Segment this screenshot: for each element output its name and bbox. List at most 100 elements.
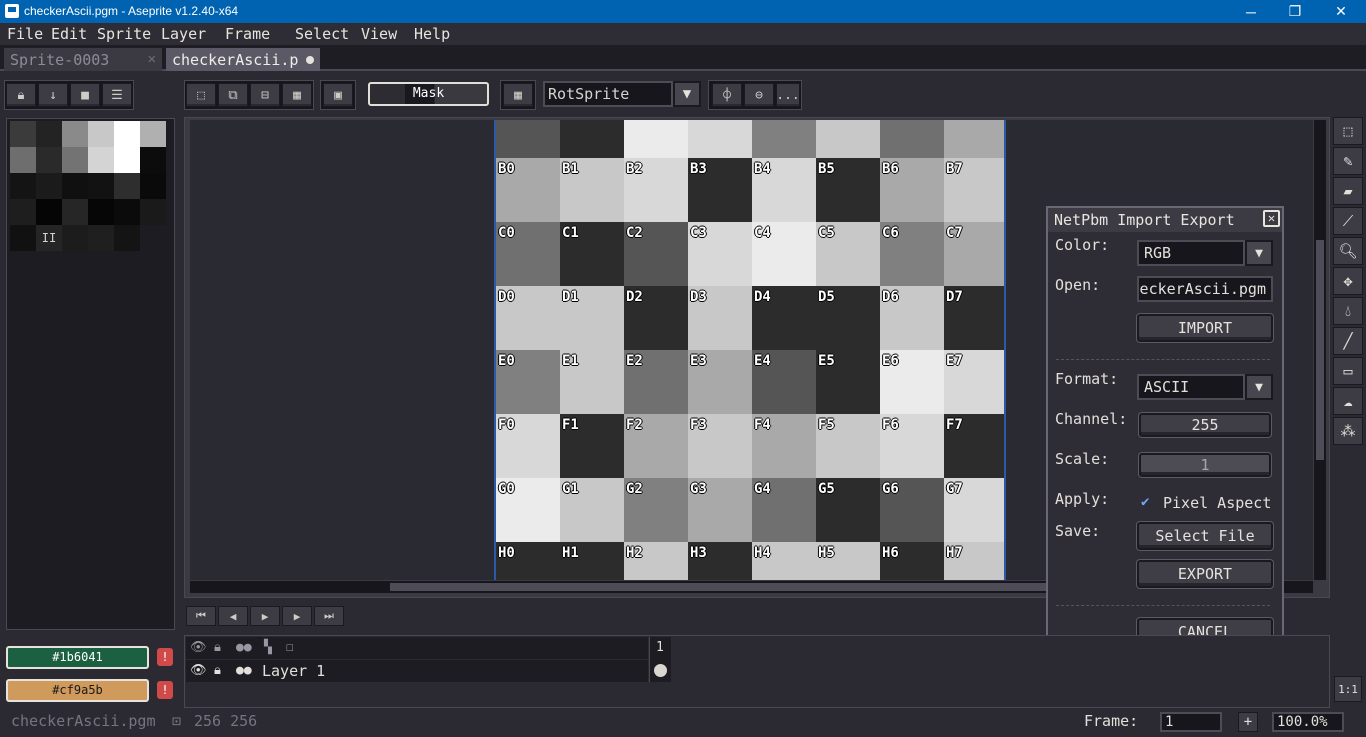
cel-dot-icon[interactable] bbox=[654, 664, 667, 677]
palette-swatch[interactable] bbox=[10, 173, 36, 199]
format-select[interactable]: ASCII bbox=[1137, 374, 1245, 400]
new-layer-icon[interactable]: ☐ bbox=[286, 640, 294, 655]
layer-lock-icon[interactable]: 🔒︎ bbox=[214, 663, 221, 678]
palette-swatch[interactable] bbox=[114, 199, 140, 225]
eyedropper-icon[interactable]: ⟋ bbox=[1333, 207, 1363, 235]
rectangular-marquee-icon[interactable]: ⬚ bbox=[1333, 117, 1363, 145]
channel-slider[interactable]: 255 bbox=[1139, 413, 1271, 437]
tab-checkerascii[interactable]: checkerAscii.pgm bbox=[166, 48, 320, 71]
palette-swatch[interactable] bbox=[36, 173, 62, 199]
pencil-icon[interactable]: ✎ bbox=[1333, 147, 1363, 175]
play-icon[interactable]: ▶ bbox=[250, 606, 280, 626]
fg-warning-icon[interactable]: ! bbox=[157, 648, 173, 666]
checkmark-icon[interactable]: ✔ bbox=[1141, 494, 1149, 510]
pixel-aspect-label[interactable]: Pixel Aspect bbox=[1163, 494, 1271, 512]
chevron-down-icon[interactable]: ▼ bbox=[1245, 374, 1273, 400]
flip-icon[interactable]: ⊖ bbox=[744, 83, 774, 107]
zoom-icon[interactable]: 🔍︎ bbox=[1333, 237, 1363, 265]
background-color-button[interactable]: #cf9a5b bbox=[6, 679, 149, 702]
menu-layer[interactable]: Layer bbox=[161, 25, 206, 43]
color-select[interactable]: RGB bbox=[1137, 240, 1245, 266]
lock-icon[interactable]: 🔒︎ bbox=[6, 83, 36, 107]
blur-icon[interactable]: ☁ bbox=[1333, 387, 1363, 415]
tab-sprite-0003[interactable]: Sprite-0003 ✕ bbox=[4, 48, 162, 71]
palette-swatch[interactable] bbox=[140, 173, 166, 199]
sprite-canvas[interactable]: B0 B1 B2 B3 B4 B5 B6 B7 C0 C1 C2 C3 C4 C5 C6 C7 D0 D1 D2 D3… bbox=[494, 120, 1006, 580]
spray-icon[interactable]: ⁂ bbox=[1333, 417, 1363, 445]
bg-warning-icon[interactable]: ! bbox=[157, 681, 173, 699]
link-icon[interactable]: ●● bbox=[236, 640, 252, 655]
palette-swatch[interactable] bbox=[62, 225, 88, 251]
resize-method-select[interactable]: RotSprite bbox=[543, 81, 673, 107]
last-frame-icon[interactable]: ⏭ bbox=[314, 606, 344, 626]
eye-icon[interactable]: 👁︎ bbox=[190, 640, 207, 655]
dialog-title[interactable]: NetPbm Import Export bbox=[1048, 208, 1282, 232]
palette-swatch[interactable] bbox=[114, 225, 140, 251]
menu-select[interactable]: Select bbox=[295, 25, 349, 43]
palette-swatch[interactable] bbox=[88, 121, 114, 147]
palette-swatch[interactable] bbox=[36, 199, 62, 225]
zoom-input[interactable]: 100.0% bbox=[1272, 712, 1344, 732]
palette-swatch[interactable] bbox=[88, 225, 114, 251]
more-options-button[interactable]: ... bbox=[776, 83, 800, 107]
horizontal-scroll-thumb[interactable] bbox=[390, 583, 1050, 591]
close-window-button[interactable]: ✕ bbox=[1318, 0, 1364, 23]
palette-swatch[interactable] bbox=[114, 173, 140, 199]
palette-swatch[interactable] bbox=[62, 199, 88, 225]
foreground-color-button[interactable]: #1b6041 bbox=[6, 646, 149, 669]
add-frame-button[interactable]: + bbox=[1238, 712, 1258, 732]
palette-swatch[interactable] bbox=[10, 199, 36, 225]
open-file-field[interactable]: checkerAscii.pgm bbox=[1137, 276, 1273, 302]
vertical-scroll-thumb[interactable] bbox=[1316, 240, 1324, 460]
next-frame-icon[interactable]: ▶ bbox=[282, 606, 312, 626]
transparent-color-icon[interactable]: ▣ bbox=[323, 83, 353, 107]
replace-selection-icon[interactable]: ⬚ bbox=[186, 83, 216, 107]
palette-swatch[interactable] bbox=[10, 147, 36, 173]
intersect-selection-icon[interactable]: ▦ bbox=[282, 83, 312, 107]
layer-row[interactable]: 👁︎ 🔒︎ ●● Layer 1 bbox=[186, 660, 648, 682]
palette-swatch[interactable] bbox=[10, 121, 36, 147]
menu-help[interactable]: Help bbox=[414, 25, 450, 43]
pivot-grid-icon[interactable]: ▦ bbox=[503, 83, 533, 107]
eraser-icon[interactable]: ▰ bbox=[1333, 177, 1363, 205]
palette-swatch[interactable] bbox=[88, 199, 114, 225]
add-selection-icon[interactable]: ⧉ bbox=[218, 83, 248, 107]
palette-swatch[interactable] bbox=[62, 147, 88, 173]
scale-slider[interactable]: 1 bbox=[1139, 453, 1271, 477]
lock-icon[interactable]: 🔒︎ bbox=[214, 640, 221, 655]
palette-swatch[interactable] bbox=[114, 147, 140, 173]
first-frame-icon[interactable]: ⏮ bbox=[186, 606, 216, 626]
import-button[interactable]: IMPORT bbox=[1137, 314, 1273, 342]
layer-name[interactable]: Layer 1 bbox=[262, 662, 325, 680]
paint-bucket-icon[interactable]: 💧︎ bbox=[1333, 297, 1363, 325]
visibility-eye-icon[interactable]: 👁︎ bbox=[190, 663, 207, 678]
palette-swatch[interactable] bbox=[10, 225, 36, 251]
dialog-close-icon[interactable]: ✕ bbox=[1263, 210, 1280, 227]
rectangle-icon[interactable]: ▭ bbox=[1333, 357, 1363, 385]
palette-swatch[interactable] bbox=[114, 121, 140, 147]
layers-icon[interactable]: ▚ bbox=[264, 640, 272, 655]
tab-close-icon[interactable]: ✕ bbox=[148, 51, 156, 67]
maximize-button[interactable]: ❐ bbox=[1272, 0, 1318, 23]
frame-number[interactable]: 1 bbox=[656, 640, 664, 655]
arrow-down-icon[interactable]: ↓ bbox=[38, 83, 68, 107]
chevron-down-icon[interactable]: ▼ bbox=[673, 81, 701, 107]
menu-view[interactable]: View bbox=[361, 25, 397, 43]
one-to-one-zoom-button[interactable]: 1:1 bbox=[1334, 676, 1362, 702]
palette-swatch[interactable] bbox=[88, 147, 114, 173]
frame-input[interactable]: 1 bbox=[1160, 712, 1222, 732]
palette-swatch[interactable] bbox=[88, 173, 114, 199]
menu-frame[interactable]: Frame bbox=[225, 25, 270, 43]
mask-color-button[interactable]: Mask bbox=[368, 82, 489, 106]
chevron-down-icon[interactable]: ▼ bbox=[1245, 240, 1273, 266]
folder-icon[interactable]: ■ bbox=[70, 83, 100, 107]
palette-swatch[interactable] bbox=[140, 121, 166, 147]
menu-sprite[interactable]: Sprite bbox=[97, 25, 151, 43]
move-icon[interactable]: ✥ bbox=[1333, 267, 1363, 295]
select-file-button[interactable]: Select File bbox=[1137, 522, 1273, 550]
minimize-button[interactable]: ─ bbox=[1228, 0, 1274, 23]
previous-frame-icon[interactable]: ◀ bbox=[218, 606, 248, 626]
palette-swatch[interactable] bbox=[36, 121, 62, 147]
menu-edit[interactable]: Edit bbox=[51, 25, 87, 43]
palette-swatch[interactable] bbox=[62, 173, 88, 199]
